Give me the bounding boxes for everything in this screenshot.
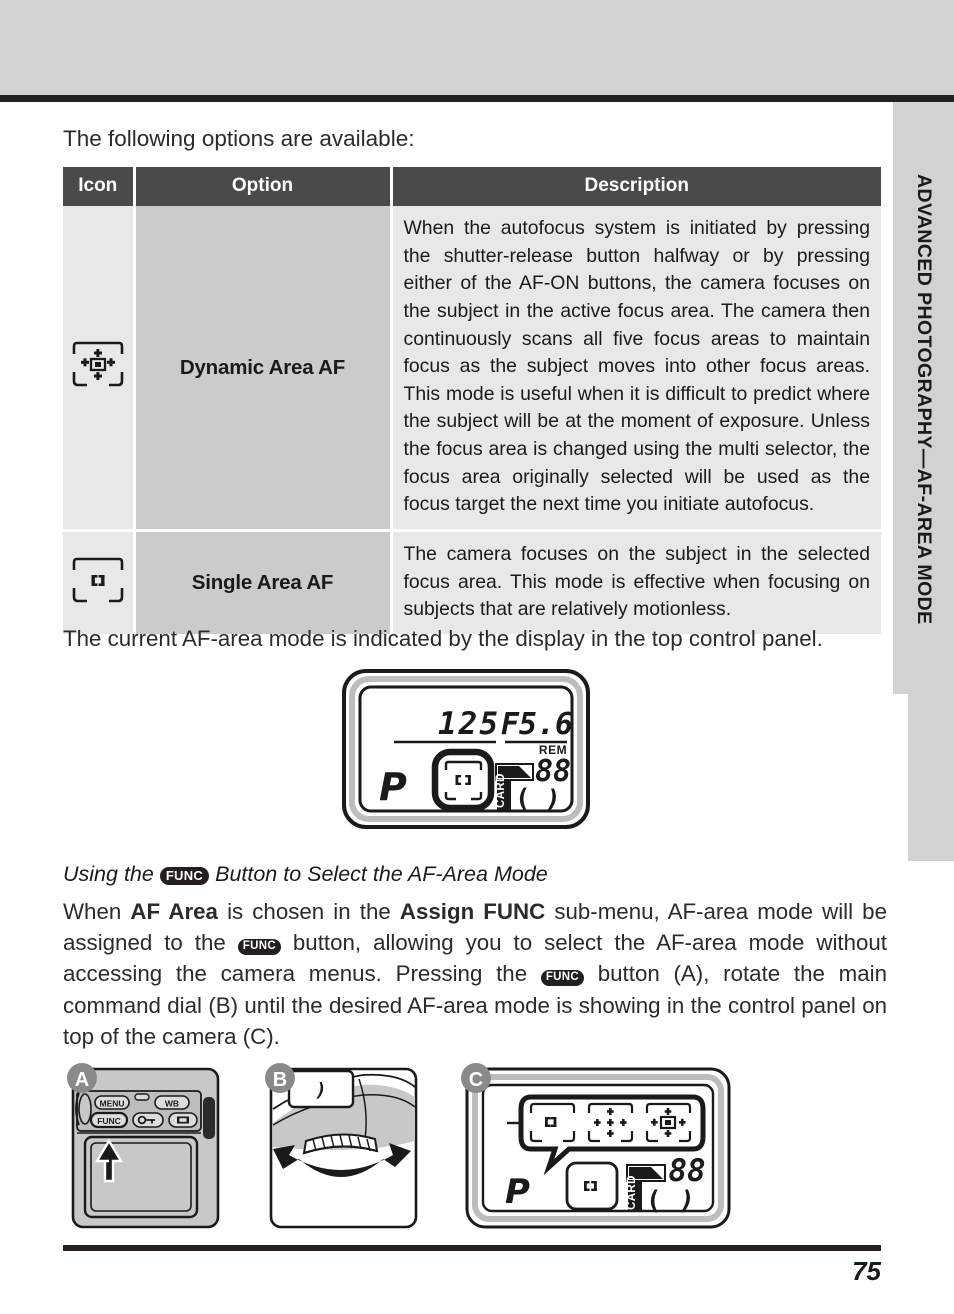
- func-instructions-paragraph: When AF Area is chosen in the Assign FUN…: [63, 896, 887, 1052]
- func-para-b2: Assign FUNC: [399, 899, 546, 924]
- side-tab-upper: [893, 102, 954, 694]
- single-area-af-icon: [69, 557, 127, 605]
- option-label-single-area: Single Area AF: [134, 530, 393, 634]
- func-button-subheading: Using the FUNC Button to Select the AF-A…: [63, 862, 887, 887]
- description-text: The camera focuses on the subject in the…: [403, 543, 871, 621]
- func-badge-icon: FUNC: [159, 867, 210, 885]
- af-area-options-table: Icon Option Description Dynamic Area AF …: [63, 167, 881, 634]
- func-badge-icon: FUNC: [237, 939, 281, 955]
- lcd-exposure-mode: P: [379, 765, 407, 809]
- menu-button-label: MENU: [99, 1098, 124, 1108]
- svg-text:(: (: [515, 784, 531, 814]
- illustration-badge-a: A: [75, 1069, 89, 1091]
- svg-text:): ): [315, 1079, 326, 1101]
- side-tab-lower: [908, 694, 954, 861]
- svg-text:(: (: [646, 1186, 662, 1216]
- dynamic-area-af-icon: [69, 341, 127, 389]
- current-mode-paragraph: The current AF-area mode is indicated by…: [63, 626, 823, 651]
- svg-text:CARD: CARD: [495, 773, 507, 808]
- footer-rule: [63, 1245, 881, 1251]
- top-rule: [0, 95, 954, 102]
- func-badge-icon: FUNC: [540, 970, 584, 986]
- illustration-b: ) B: [265, 1063, 418, 1229]
- table-row: Single Area AF The camera focuses on the…: [63, 530, 881, 634]
- func-para-t1: When: [63, 899, 131, 924]
- lcd-aperture: F5.6: [501, 707, 573, 742]
- wb-button-label: WB: [165, 1098, 179, 1108]
- illustration-c: P CARD ( 88 ) C: [461, 1063, 731, 1229]
- illustration-badge-b: B: [273, 1069, 287, 1091]
- lcd-shutter-speed: 125: [438, 706, 500, 742]
- top-decorative-band: [0, 0, 954, 95]
- icon-cell-dynamic-area: [63, 206, 136, 533]
- func-para-t2: is chosen in the: [217, 899, 400, 924]
- func-para-b1: AF Area: [130, 899, 218, 924]
- subheading-prefix: Using the: [63, 862, 160, 886]
- illustration-badge-c: C: [469, 1069, 483, 1091]
- intro-line: The following options are available:: [63, 126, 415, 151]
- lcd-exposure-mode-c: P: [505, 1172, 530, 1212]
- lcd-frames-remaining: 88: [535, 754, 571, 789]
- description-text: When the autofocus system is initiated b…: [403, 217, 871, 516]
- description-single-area: The camera focuses on the subject in the…: [391, 530, 881, 634]
- column-header-option: Option: [134, 167, 393, 206]
- table-row: Dynamic Area AF When the autofocus syste…: [63, 206, 881, 533]
- svg-text:CARD: CARD: [626, 1175, 638, 1210]
- svg-text:): ): [679, 1186, 695, 1216]
- icon-cell-single-area: [63, 530, 136, 634]
- table-header-row: Icon Option Description: [63, 167, 881, 206]
- option-label-dynamic-area: Dynamic Area AF: [134, 206, 393, 533]
- func-button-label: FUNC: [97, 1116, 121, 1126]
- illustration-strip: MENU WB FUNC A) B P CARD (88) C: [63, 1063, 735, 1236]
- column-header-description: Description: [391, 167, 881, 206]
- page-number: 75: [852, 1256, 881, 1286]
- column-header-icon: Icon: [63, 167, 136, 206]
- subheading-suffix: Button to Select the AF-Area Mode: [209, 862, 548, 886]
- control-panel-figure: 125 F5.6 P CARD ( REM 88): [341, 668, 591, 835]
- illustration-a: MENU WB FUNC A: [67, 1063, 220, 1229]
- lcd-frames-remaining-c: 88: [668, 1153, 705, 1189]
- svg-text:): ): [545, 785, 561, 815]
- description-dynamic-area: When the autofocus system is initiated b…: [391, 206, 881, 533]
